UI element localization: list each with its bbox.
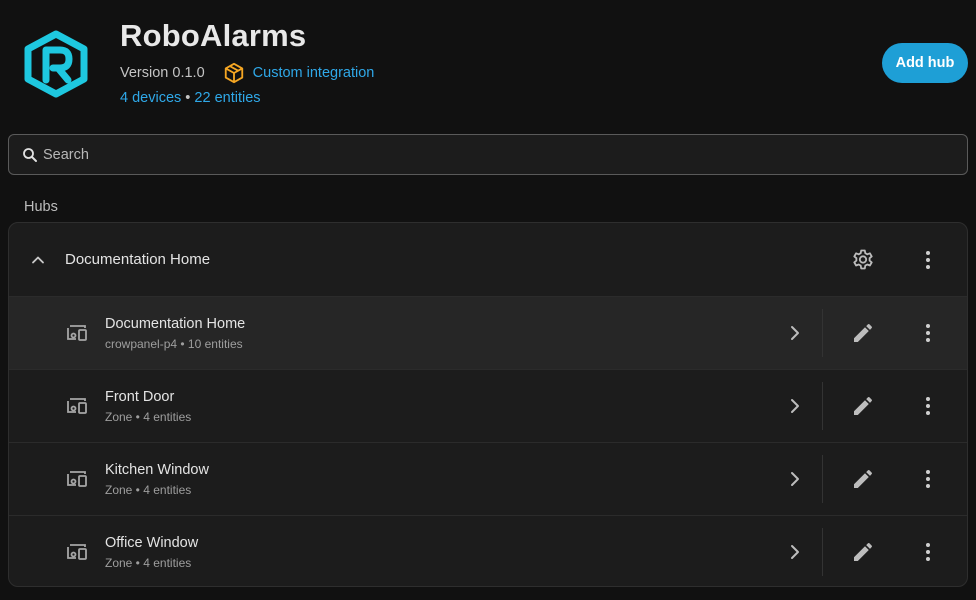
chevron-up-icon[interactable] xyxy=(28,250,48,270)
hubs-section-title: Hubs xyxy=(24,199,58,215)
pencil-icon[interactable] xyxy=(851,467,875,491)
more-vert-icon[interactable] xyxy=(916,467,940,491)
chevron-right-icon[interactable] xyxy=(783,540,807,564)
more-vert-icon[interactable] xyxy=(916,394,940,418)
pencil-icon[interactable] xyxy=(851,394,875,418)
device-subtitle: Zone • 4 entities xyxy=(105,556,192,570)
roboalarms-logo-icon xyxy=(24,30,88,98)
add-hub-button[interactable]: Add hub xyxy=(882,43,968,83)
device-row[interactable]: Kitchen Window Zone • 4 entities xyxy=(9,442,967,515)
more-vert-icon[interactable] xyxy=(916,248,940,272)
device-row[interactable]: Office Window Zone • 4 entities xyxy=(9,515,967,586)
integration-counts: 4 devices • 22 entities xyxy=(120,90,261,106)
integration-title: RoboAlarms xyxy=(120,18,307,53)
device-name: Documentation Home xyxy=(105,316,246,332)
integration-header: RoboAlarms Version 0.1.0 Custom integrat… xyxy=(0,0,976,130)
device-subtitle: Zone • 4 entities xyxy=(105,483,192,497)
divider xyxy=(822,382,823,430)
devices-icon xyxy=(67,471,87,487)
device-name: Office Window xyxy=(105,535,199,551)
device-name: Front Door xyxy=(105,389,175,405)
device-row[interactable]: Front Door Zone • 4 entities xyxy=(9,369,967,442)
devices-icon xyxy=(67,325,87,341)
device-name: Kitchen Window xyxy=(105,462,209,478)
devices-link[interactable]: 4 devices xyxy=(120,90,181,106)
hub-name: Documentation Home xyxy=(65,251,211,268)
gear-icon[interactable] xyxy=(851,248,875,272)
divider xyxy=(822,455,823,503)
device-subtitle: crowpanel-p4 • 10 entities xyxy=(105,337,243,351)
pencil-icon[interactable] xyxy=(851,321,875,345)
chevron-right-icon[interactable] xyxy=(783,394,807,418)
integration-meta: Version 0.1.0 Custom integration xyxy=(120,62,374,84)
divider xyxy=(822,309,823,357)
search-bar[interactable] xyxy=(8,134,968,175)
search-icon xyxy=(23,147,37,162)
more-vert-icon[interactable] xyxy=(916,540,940,564)
search-input[interactable] xyxy=(43,146,943,163)
chevron-right-icon[interactable] xyxy=(783,321,807,345)
device-row[interactable]: Documentation Home crowpanel-p4 • 10 ent… xyxy=(9,296,967,369)
package-icon xyxy=(224,62,243,84)
device-subtitle: Zone • 4 entities xyxy=(105,410,192,424)
devices-icon xyxy=(67,398,87,414)
custom-integration-link[interactable]: Custom integration xyxy=(253,65,375,81)
more-vert-icon[interactable] xyxy=(916,321,940,345)
divider xyxy=(822,528,823,576)
entities-link[interactable]: 22 entities xyxy=(194,90,260,106)
counts-separator: • xyxy=(181,90,195,106)
hub-header-row[interactable]: Documentation Home xyxy=(9,223,967,296)
devices-icon xyxy=(67,544,87,560)
integration-version: Version 0.1.0 xyxy=(120,65,205,81)
chevron-right-icon[interactable] xyxy=(783,467,807,491)
hub-card: Documentation Home Documentation Home cr… xyxy=(8,222,968,587)
pencil-icon[interactable] xyxy=(851,540,875,564)
